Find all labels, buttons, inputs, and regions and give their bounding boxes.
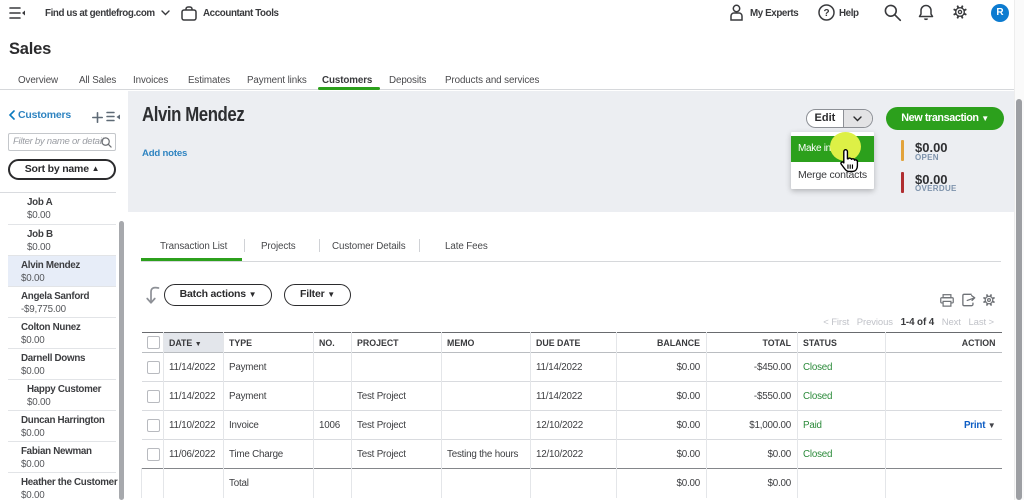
svg-text:?: ? <box>823 8 829 19</box>
